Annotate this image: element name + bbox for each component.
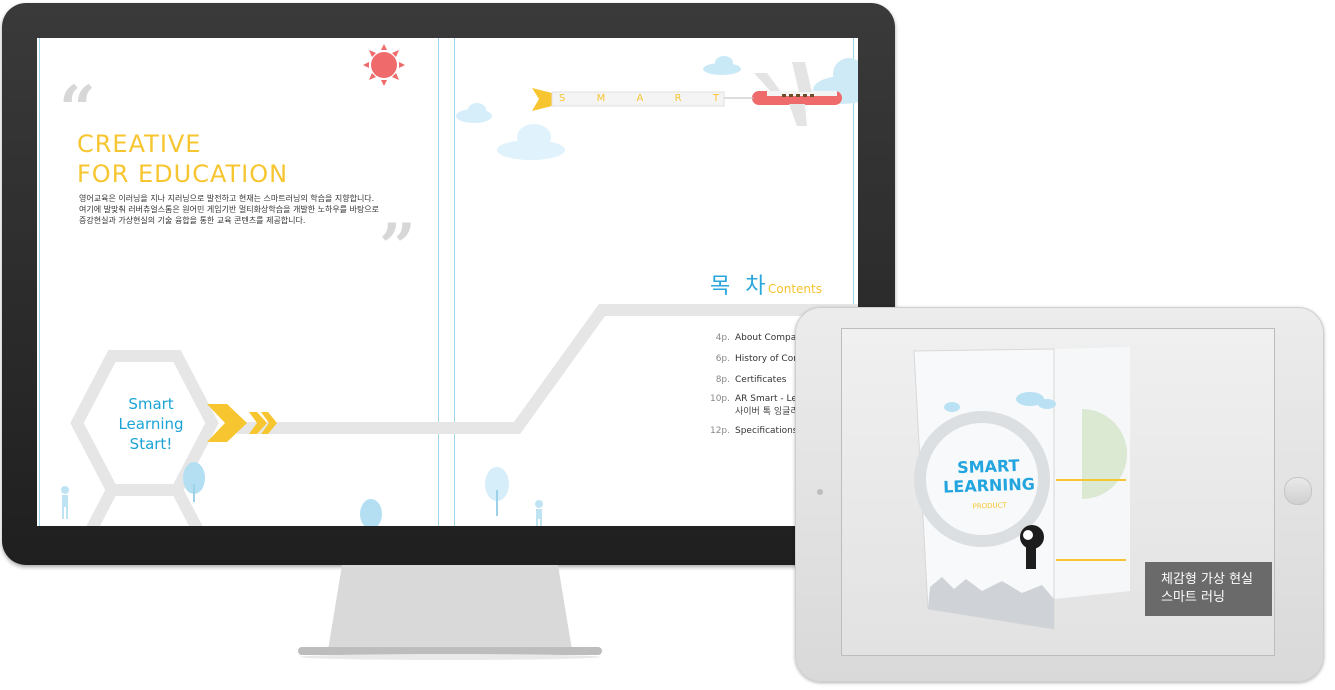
brochure-subtitle: PRODUCT (972, 501, 1007, 511)
monitor-stand (298, 565, 602, 660)
banner-letter: S (559, 93, 566, 104)
headline-line-2: FOR EDUCATION (77, 160, 289, 188)
hexagon-text-line: Learning (118, 415, 184, 433)
brochure-title: SMART LEARNING PRODUCT (933, 455, 1045, 518)
hexagon-text-line: Smart (128, 395, 174, 413)
brochure-title-line: LEARNING (942, 474, 1036, 497)
banner-letter: T (712, 93, 719, 104)
toc-label: Specifications (735, 426, 798, 436)
person-icon (535, 500, 543, 526)
intro-text-line: 증강현실과 가상현실의 기술 융합을 통한 교육 콘텐츠를 제공합니다. (79, 216, 306, 225)
intro-text-line: 여기에 발맞춰 러버츄얼스톰은 원어민 게임기반 멀티화상학습을 개발한 노하우… (79, 205, 380, 214)
airplane-icon (752, 62, 842, 126)
contents-title-en: Contents (768, 282, 822, 296)
tree-icon (360, 499, 382, 526)
caption-line: 스마트 러닝 (1161, 590, 1225, 605)
toc-page: 10p. (709, 394, 730, 404)
cloud-icon (497, 124, 565, 160)
caption-line: 체감형 가상 현실 (1161, 572, 1253, 587)
quote-close-mark: ” (379, 210, 416, 285)
cloud-icon (456, 103, 492, 123)
banner-letter: A (636, 93, 644, 104)
sun-icon (363, 44, 405, 86)
toc-page: 6p. (715, 354, 730, 364)
monitor-screen: “ ” CREATIVE FOR EDUCATION 영어교육은 이러닝을 지나… (37, 38, 858, 526)
caption-box: 체감형 가상 현실 스마트 러닝 (1145, 562, 1272, 616)
camera-icon (817, 489, 823, 495)
person-icon (61, 486, 69, 519)
banner-letter: M (596, 93, 606, 104)
headline-line-1: CREATIVE (77, 130, 202, 158)
toc-label: History of Com (735, 354, 802, 364)
toc-page: 12p. (709, 426, 730, 436)
toc-label: About Compar (735, 333, 800, 343)
home-button[interactable] (1284, 477, 1312, 505)
banner-letter: R (674, 93, 682, 104)
toc-label: Certificates (735, 375, 787, 385)
hexagon-text: Smart Learning Start! (107, 394, 195, 454)
toc-label: AR Smart - Lea (735, 394, 803, 404)
contents-title-ko: 목 차 (710, 274, 770, 299)
tree-icon (485, 467, 509, 516)
hexagon-text-line: Start! (129, 435, 173, 453)
smart-banner: S M A R T (559, 93, 719, 104)
toc-page: 4p. (715, 333, 730, 343)
cloud-icon (703, 56, 741, 75)
intro-text-line: 영어교육은 이러닝을 지나 지러닝으로 발전하고 현재는 스마트러닝의 학습을 … (79, 194, 375, 203)
toc-page: 8p. (715, 375, 730, 385)
